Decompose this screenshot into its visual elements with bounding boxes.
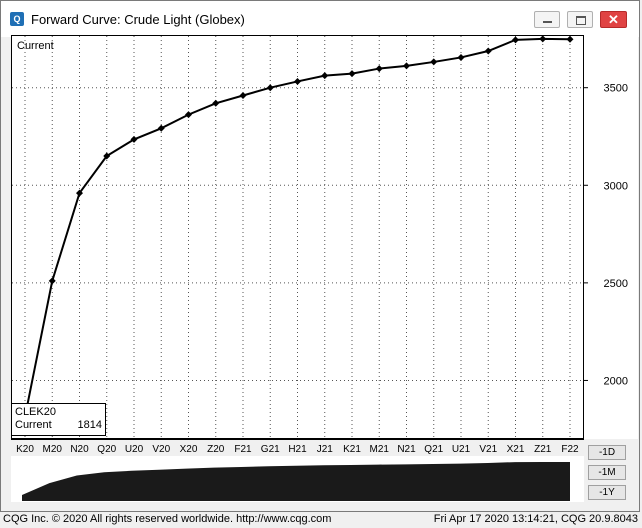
data-point (403, 62, 410, 70)
x-tick-label: F22 (561, 444, 579, 455)
y-tick-label: 2500 (604, 278, 628, 290)
data-point (512, 36, 519, 44)
x-tick-label: V21 (479, 444, 497, 455)
x-tick-label: N21 (397, 444, 416, 455)
range-1d-button[interactable]: -1D (588, 445, 626, 460)
legend-box: CLEK20 Current 1814 (11, 403, 106, 436)
x-tick-label: H21 (288, 444, 307, 455)
data-point (484, 47, 492, 55)
x-tick-label: Q21 (424, 444, 443, 455)
x-tick-label: V20 (152, 444, 170, 455)
y-tick-label: 2000 (604, 375, 628, 387)
x-tick-label: Z20 (207, 444, 225, 455)
x-tick-label: X21 (507, 444, 525, 455)
data-point (294, 77, 301, 85)
legend-value: 1814 (77, 419, 102, 431)
x-tick-label: Q20 (97, 444, 116, 455)
status-bar: CQG Inc. © 2020 All rights reserved worl… (0, 512, 642, 528)
x-tick-label: Z21 (534, 444, 552, 455)
data-point (566, 35, 574, 43)
x-tick-label: K20 (16, 444, 34, 455)
x-tick-label: U21 (452, 444, 471, 455)
data-point (48, 277, 56, 285)
range-1m-button[interactable]: -1M (588, 465, 626, 480)
x-tick-label: J21 (317, 444, 334, 455)
timestamp-version: Fri Apr 17 2020 13:14:21, CQG 20.9.8043 (433, 513, 638, 525)
y-tick-label: 3500 (604, 83, 628, 95)
y-tick-label: 3000 (604, 180, 628, 192)
x-tick-label: U20 (125, 444, 144, 455)
data-point (266, 84, 274, 92)
data-point (539, 35, 547, 43)
data-point (212, 99, 220, 107)
x-tick-label: X20 (180, 444, 198, 455)
data-point (239, 92, 247, 100)
data-point (157, 124, 165, 132)
x-tick-label: M21 (370, 444, 390, 455)
navigator-area (22, 462, 570, 501)
x-tick-label: M20 (43, 444, 63, 455)
data-point (375, 65, 383, 73)
x-tick-label: G21 (261, 444, 280, 455)
copyright-text: CQG Inc. © 2020 All rights reserved worl… (3, 513, 332, 525)
legend-symbol: CLEK20 (15, 406, 56, 418)
x-tick-label: F21 (234, 444, 252, 455)
data-point (457, 53, 465, 61)
data-point (430, 58, 438, 66)
data-point (348, 70, 356, 78)
x-tick-label: K21 (343, 444, 361, 455)
range-1y-button[interactable]: -1Y (588, 485, 626, 500)
legend-label: Current (15, 419, 52, 431)
data-point (321, 72, 329, 80)
series-tag: Current (17, 40, 54, 52)
data-point (185, 111, 192, 119)
x-tick-label: N20 (70, 444, 89, 455)
